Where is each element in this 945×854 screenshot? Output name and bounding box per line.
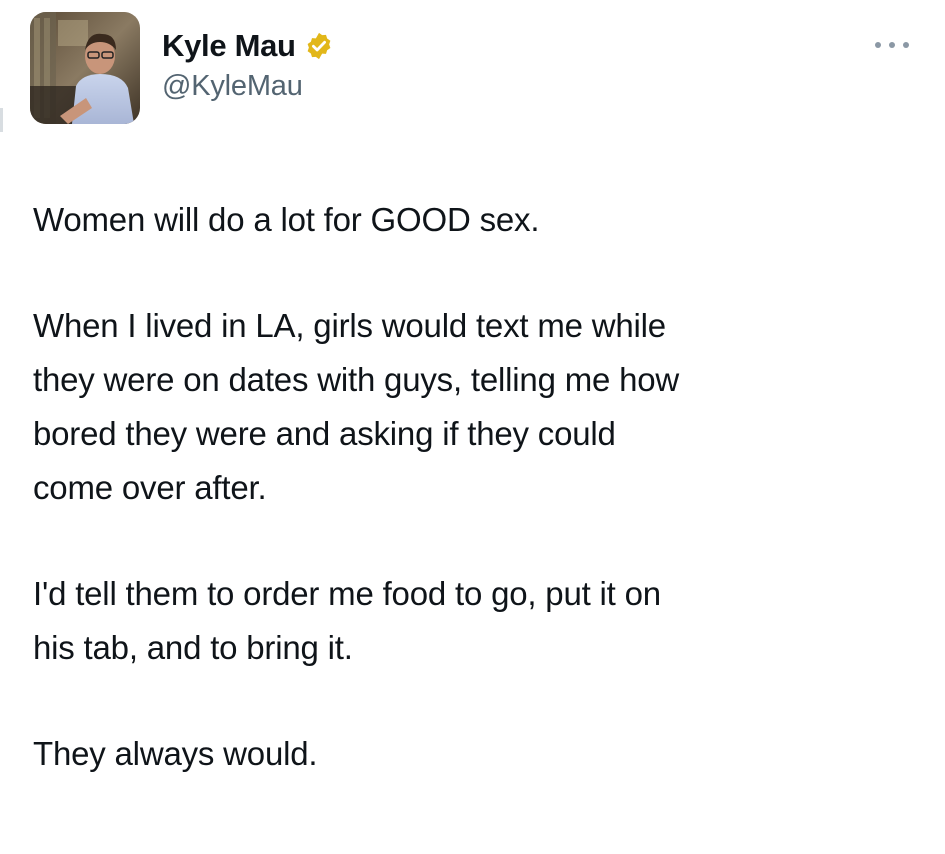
text-line: They always would. xyxy=(33,735,318,772)
tweet-paragraph-3: I'd tell them to order me food to go, pu… xyxy=(33,567,913,675)
dot-3 xyxy=(903,42,909,48)
author-info: Kyle Mau @KyleMau xyxy=(162,12,334,103)
dot-1 xyxy=(875,42,881,48)
more-options-icon[interactable] xyxy=(875,38,909,52)
tweet-text: Women will do a lot for GOOD sex. When I… xyxy=(33,193,913,781)
name-row: Kyle Mau xyxy=(162,26,334,66)
text-line: his tab, and to bring it. xyxy=(33,629,353,666)
edge-divider xyxy=(0,108,3,132)
tweet-header: Kyle Mau @KyleMau xyxy=(30,12,334,126)
text-line: When I lived in LA, girls would text me … xyxy=(33,307,666,344)
profile-photo-icon xyxy=(30,12,140,124)
handle[interactable]: @KyleMau xyxy=(162,70,334,103)
text-line: bored they were and asking if they could xyxy=(33,415,616,452)
verified-badge-icon[interactable] xyxy=(304,31,334,61)
avatar[interactable] xyxy=(30,12,140,124)
tweet-paragraph-2: When I lived in LA, girls would text me … xyxy=(33,299,913,515)
tweet-paragraph-1: Women will do a lot for GOOD sex. xyxy=(33,193,913,247)
tweet-paragraph-4: They always would. xyxy=(33,727,913,781)
text-line: come over after. xyxy=(33,469,267,506)
tweet-card: Kyle Mau @KyleMau Women will do a lot fo… xyxy=(0,0,945,854)
text-line: Women will do a lot for GOOD sex. xyxy=(33,201,540,238)
dot-2 xyxy=(889,42,895,48)
text-line: I'd tell them to order me food to go, pu… xyxy=(33,575,661,612)
display-name[interactable]: Kyle Mau xyxy=(162,28,296,64)
text-line: they were on dates with guys, telling me… xyxy=(33,361,680,398)
